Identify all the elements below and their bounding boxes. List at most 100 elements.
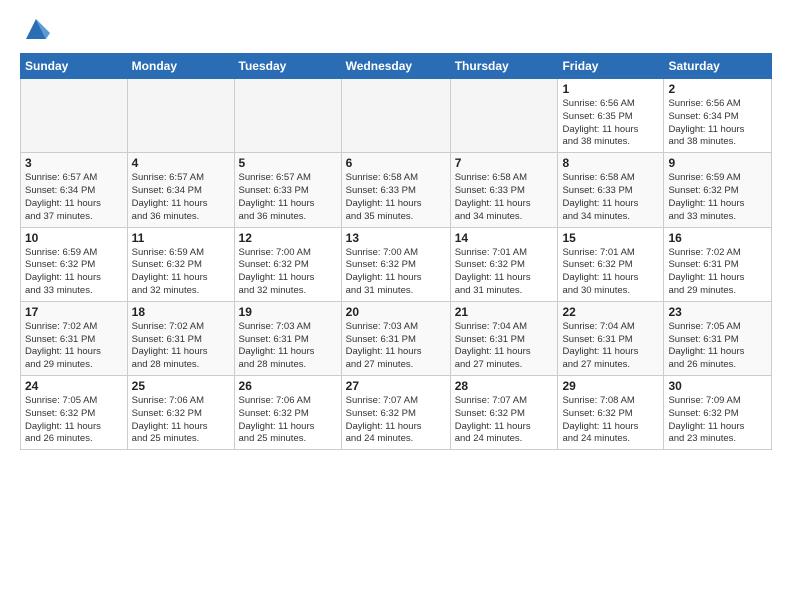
day-number: 25: [132, 379, 230, 393]
day-cell: 26 Sunrise: 7:06 AM Sunset: 6:32 PM Dayli…: [234, 376, 341, 450]
day-number: 5: [239, 156, 337, 170]
day-cell: [234, 79, 341, 153]
day-info: Sunrise: 7:02 AM Sunset: 6:31 PM Dayligh…: [132, 321, 230, 372]
day-number: 1: [562, 82, 659, 96]
week-row-5: 24 Sunrise: 7:05 AM Sunset: 6:32 PM Dayli…: [21, 376, 772, 450]
day-info: Sunrise: 7:01 AM Sunset: 6:32 PM Dayligh…: [562, 247, 659, 298]
day-cell: [341, 79, 450, 153]
day-number: 29: [562, 379, 659, 393]
day-number: 23: [668, 305, 767, 319]
day-info: Sunrise: 7:04 AM Sunset: 6:31 PM Dayligh…: [455, 321, 554, 372]
day-info: Sunrise: 7:09 AM Sunset: 6:32 PM Dayligh…: [668, 395, 767, 446]
day-info: Sunrise: 7:01 AM Sunset: 6:32 PM Dayligh…: [455, 247, 554, 298]
day-cell: [21, 79, 128, 153]
day-cell: 10 Sunrise: 6:59 AM Sunset: 6:32 PM Dayli…: [21, 227, 128, 301]
day-cell: 1 Sunrise: 6:56 AM Sunset: 6:35 PM Daylig…: [558, 79, 664, 153]
day-cell: 5Sunrise: 6:57 AM Sunset: 6:33 PM Daylig…: [234, 153, 341, 227]
day-info: Sunrise: 6:59 AM Sunset: 6:32 PM Dayligh…: [132, 247, 230, 298]
day-cell: 20 Sunrise: 7:03 AM Sunset: 6:31 PM Dayli…: [341, 301, 450, 375]
day-cell: 7 Sunrise: 6:58 AM Sunset: 6:33 PM Daylig…: [450, 153, 558, 227]
day-cell: 12Sunrise: 7:00 AM Sunset: 6:32 PM Dayli…: [234, 227, 341, 301]
day-number: 16: [668, 231, 767, 245]
day-cell: 4 Sunrise: 6:57 AM Sunset: 6:34 PM Daylig…: [127, 153, 234, 227]
weekday-saturday: Saturday: [664, 54, 772, 79]
day-cell: 2 Sunrise: 6:56 AM Sunset: 6:34 PM Daylig…: [664, 79, 772, 153]
week-row-3: 10 Sunrise: 6:59 AM Sunset: 6:32 PM Dayli…: [21, 227, 772, 301]
day-cell: [127, 79, 234, 153]
day-info: Sunrise: 6:59 AM Sunset: 6:32 PM Dayligh…: [25, 247, 123, 298]
day-number: 8: [562, 156, 659, 170]
day-cell: [450, 79, 558, 153]
day-info: Sunrise: 7:07 AM Sunset: 6:32 PM Dayligh…: [346, 395, 446, 446]
day-number: 3: [25, 156, 123, 170]
day-number: 10: [25, 231, 123, 245]
day-info: Sunrise: 6:56 AM Sunset: 6:34 PM Dayligh…: [668, 98, 767, 149]
day-info: Sunrise: 6:59 AM Sunset: 6:32 PM Dayligh…: [668, 172, 767, 223]
day-cell: 27 Sunrise: 7:07 AM Sunset: 6:32 PM Dayli…: [341, 376, 450, 450]
day-cell: 16 Sunrise: 7:02 AM Sunset: 6:31 PM Dayli…: [664, 227, 772, 301]
weekday-monday: Monday: [127, 54, 234, 79]
logo-icon: [22, 15, 50, 43]
day-cell: 24 Sunrise: 7:05 AM Sunset: 6:32 PM Dayli…: [21, 376, 128, 450]
day-info: Sunrise: 6:58 AM Sunset: 6:33 PM Dayligh…: [455, 172, 554, 223]
weekday-friday: Friday: [558, 54, 664, 79]
week-row-4: 17 Sunrise: 7:02 AM Sunset: 6:31 PM Dayli…: [21, 301, 772, 375]
day-cell: 22 Sunrise: 7:04 AM Sunset: 6:31 PM Dayli…: [558, 301, 664, 375]
day-cell: 29Sunrise: 7:08 AM Sunset: 6:32 PM Dayli…: [558, 376, 664, 450]
day-cell: 15Sunrise: 7:01 AM Sunset: 6:32 PM Dayli…: [558, 227, 664, 301]
day-info: Sunrise: 7:05 AM Sunset: 6:31 PM Dayligh…: [668, 321, 767, 372]
day-number: 2: [668, 82, 767, 96]
day-cell: 6 Sunrise: 6:58 AM Sunset: 6:33 PM Daylig…: [341, 153, 450, 227]
day-info: Sunrise: 7:03 AM Sunset: 6:31 PM Dayligh…: [346, 321, 446, 372]
day-info: Sunrise: 6:58 AM Sunset: 6:33 PM Dayligh…: [562, 172, 659, 223]
day-info: Sunrise: 7:07 AM Sunset: 6:32 PM Dayligh…: [455, 395, 554, 446]
day-info: Sunrise: 6:58 AM Sunset: 6:33 PM Dayligh…: [346, 172, 446, 223]
weekday-header-row: SundayMondayTuesdayWednesdayThursdayFrid…: [21, 54, 772, 79]
day-number: 4: [132, 156, 230, 170]
day-info: Sunrise: 7:00 AM Sunset: 6:32 PM Dayligh…: [346, 247, 446, 298]
day-number: 22: [562, 305, 659, 319]
day-number: 24: [25, 379, 123, 393]
day-info: Sunrise: 7:06 AM Sunset: 6:32 PM Dayligh…: [239, 395, 337, 446]
day-number: 20: [346, 305, 446, 319]
day-info: Sunrise: 6:57 AM Sunset: 6:34 PM Dayligh…: [132, 172, 230, 223]
day-cell: 18Sunrise: 7:02 AM Sunset: 6:31 PM Dayli…: [127, 301, 234, 375]
day-cell: 11 Sunrise: 6:59 AM Sunset: 6:32 PM Dayli…: [127, 227, 234, 301]
day-cell: 25 Sunrise: 7:06 AM Sunset: 6:32 PM Dayli…: [127, 376, 234, 450]
day-number: 9: [668, 156, 767, 170]
week-row-1: 1 Sunrise: 6:56 AM Sunset: 6:35 PM Daylig…: [21, 79, 772, 153]
day-cell: 17Sunrise: 7:02 AM Sunset: 6:31 PM Dayli…: [21, 301, 128, 375]
day-number: 12: [239, 231, 337, 245]
day-cell: 3Sunrise: 6:57 AM Sunset: 6:34 PM Daylig…: [21, 153, 128, 227]
day-number: 13: [346, 231, 446, 245]
day-number: 21: [455, 305, 554, 319]
day-number: 26: [239, 379, 337, 393]
day-info: Sunrise: 7:02 AM Sunset: 6:31 PM Dayligh…: [668, 247, 767, 298]
day-info: Sunrise: 7:06 AM Sunset: 6:32 PM Dayligh…: [132, 395, 230, 446]
calendar: SundayMondayTuesdayWednesdayThursdayFrid…: [20, 53, 772, 450]
day-number: 27: [346, 379, 446, 393]
week-row-2: 3 Sunrise: 6:57 AM Sunset: 6:34 PM Daylig…: [21, 153, 772, 227]
weekday-wednesday: Wednesday: [341, 54, 450, 79]
day-cell: 19Sunrise: 7:03 AM Sunset: 6:31 PM Dayli…: [234, 301, 341, 375]
weekday-sunday: Sunday: [21, 54, 128, 79]
day-cell: 21 Sunrise: 7:04 AM Sunset: 6:31 PM Dayli…: [450, 301, 558, 375]
day-cell: 30Sunrise: 7:09 AM Sunset: 6:32 PM Dayli…: [664, 376, 772, 450]
day-number: 17: [25, 305, 123, 319]
day-cell: 28 Sunrise: 7:07 AM Sunset: 6:32 PM Dayli…: [450, 376, 558, 450]
day-info: Sunrise: 7:05 AM Sunset: 6:32 PM Dayligh…: [25, 395, 123, 446]
day-number: 11: [132, 231, 230, 245]
day-number: 28: [455, 379, 554, 393]
day-info: Sunrise: 7:03 AM Sunset: 6:31 PM Dayligh…: [239, 321, 337, 372]
weekday-thursday: Thursday: [450, 54, 558, 79]
day-info: Sunrise: 7:04 AM Sunset: 6:31 PM Dayligh…: [562, 321, 659, 372]
logo: [20, 15, 50, 43]
day-number: 14: [455, 231, 554, 245]
page: SundayMondayTuesdayWednesdayThursdayFrid…: [0, 0, 792, 465]
day-cell: 13 Sunrise: 7:00 AM Sunset: 6:32 PM Dayli…: [341, 227, 450, 301]
day-cell: 9 Sunrise: 6:59 AM Sunset: 6:32 PM Daylig…: [664, 153, 772, 227]
weekday-tuesday: Tuesday: [234, 54, 341, 79]
day-info: Sunrise: 6:56 AM Sunset: 6:35 PM Dayligh…: [562, 98, 659, 149]
day-number: 7: [455, 156, 554, 170]
day-number: 6: [346, 156, 446, 170]
